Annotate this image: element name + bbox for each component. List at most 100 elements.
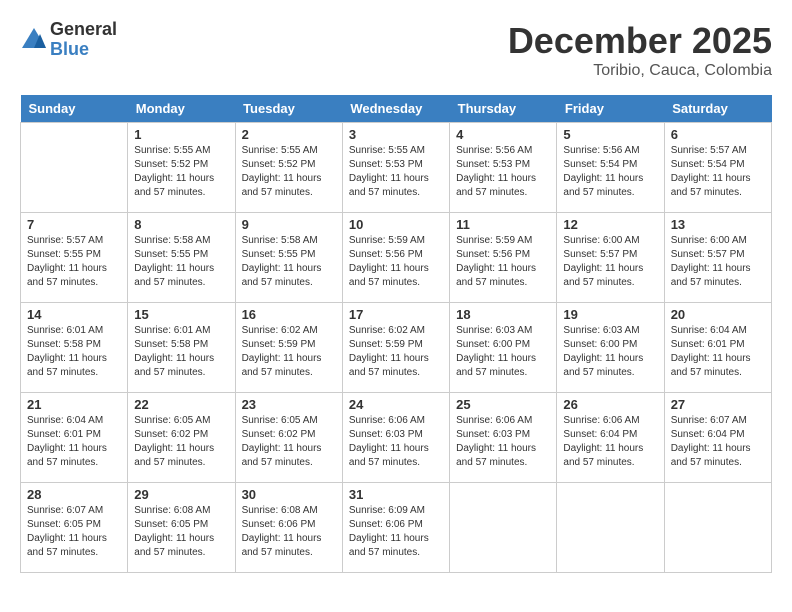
day-info: Sunrise: 6:04 AM Sunset: 6:01 PM Dayligh…	[671, 324, 765, 380]
day-info: Sunrise: 5:59 AM Sunset: 5:56 PM Dayligh…	[349, 234, 443, 290]
location: Toribio, Cauca, Colombia	[508, 62, 772, 80]
table-row: 10 Sunrise: 5:59 AM Sunset: 5:56 PM Dayli…	[342, 213, 449, 303]
month-title: December 2025	[508, 20, 772, 62]
table-row: 26 Sunrise: 6:06 AM Sunset: 6:04 PM Dayli…	[557, 393, 664, 483]
table-row: 14 Sunrise: 6:01 AM Sunset: 5:58 PM Dayli…	[21, 303, 128, 393]
calendar-week-row: 28 Sunrise: 6:07 AM Sunset: 6:05 PM Dayli…	[21, 483, 772, 573]
day-info: Sunrise: 6:01 AM Sunset: 5:58 PM Dayligh…	[27, 324, 121, 380]
table-row: 1Sunrise: 5:55 AM Sunset: 5:52 PM Daylig…	[128, 123, 235, 213]
header-saturday: Saturday	[664, 95, 771, 123]
table-row	[664, 483, 771, 573]
day-number: 12	[563, 217, 657, 232]
header-friday: Friday	[557, 95, 664, 123]
day-info: Sunrise: 6:06 AM Sunset: 6:03 PM Dayligh…	[349, 414, 443, 470]
day-number: 27	[671, 397, 765, 412]
day-number: 29	[134, 487, 228, 502]
table-row: 13 Sunrise: 6:00 AM Sunset: 5:57 PM Dayli…	[664, 213, 771, 303]
logo-icon	[20, 26, 48, 54]
day-number: 17	[349, 307, 443, 322]
table-row: 6Sunrise: 5:57 AM Sunset: 5:54 PM Daylig…	[664, 123, 771, 213]
day-number: 14	[27, 307, 121, 322]
day-number: 20	[671, 307, 765, 322]
table-row: 18 Sunrise: 6:03 AM Sunset: 6:00 PM Dayli…	[450, 303, 557, 393]
day-number: 11	[456, 217, 550, 232]
table-row: 9 Sunrise: 5:58 AM Sunset: 5:55 PM Daylig…	[235, 213, 342, 303]
logo: General Blue	[20, 20, 117, 60]
day-number: 8	[134, 217, 228, 232]
day-number: 25	[456, 397, 550, 412]
day-info: Sunrise: 5:59 AM Sunset: 5:56 PM Dayligh…	[456, 234, 550, 290]
day-info: Sunrise: 5:55 AM Sunset: 5:53 PM Dayligh…	[349, 144, 443, 200]
table-row: 29 Sunrise: 6:08 AM Sunset: 6:05 PM Dayli…	[128, 483, 235, 573]
day-info: Sunrise: 6:05 AM Sunset: 6:02 PM Dayligh…	[134, 414, 228, 470]
day-number: 7	[27, 217, 121, 232]
header-tuesday: Tuesday	[235, 95, 342, 123]
day-number: 9	[242, 217, 336, 232]
title-section: December 2025 Toribio, Cauca, Colombia	[508, 20, 772, 80]
day-number: 22	[134, 397, 228, 412]
calendar-header-row: Sunday Monday Tuesday Wednesday Thursday…	[21, 95, 772, 123]
day-info: Sunrise: 6:00 AM Sunset: 5:57 PM Dayligh…	[563, 234, 657, 290]
day-number: 30	[242, 487, 336, 502]
day-number: 2	[242, 127, 336, 142]
table-row: 3 Sunrise: 5:55 AM Sunset: 5:53 PM Daylig…	[342, 123, 449, 213]
table-row: 8 Sunrise: 5:58 AM Sunset: 5:55 PM Daylig…	[128, 213, 235, 303]
day-info: Sunrise: 6:06 AM Sunset: 6:04 PM Dayligh…	[563, 414, 657, 470]
calendar-week-row: 14 Sunrise: 6:01 AM Sunset: 5:58 PM Dayli…	[21, 303, 772, 393]
day-number: 31	[349, 487, 443, 502]
table-row	[450, 483, 557, 573]
table-row: 4 Sunrise: 5:56 AM Sunset: 5:53 PM Daylig…	[450, 123, 557, 213]
logo-general: General	[50, 20, 117, 40]
table-row: 27 Sunrise: 6:07 AM Sunset: 6:04 PM Dayli…	[664, 393, 771, 483]
day-number: 3	[349, 127, 443, 142]
day-number: 10	[349, 217, 443, 232]
day-info: Sunrise: 6:01 AM Sunset: 5:58 PM Dayligh…	[134, 324, 228, 380]
day-info: Sunrise: 6:09 AM Sunset: 6:06 PM Dayligh…	[349, 504, 443, 560]
header-thursday: Thursday	[450, 95, 557, 123]
day-info: Sunrise: 5:58 AM Sunset: 5:55 PM Dayligh…	[134, 234, 228, 290]
day-info: Sunrise: 5:56 AM Sunset: 5:54 PM Dayligh…	[563, 144, 657, 200]
day-number: 23	[242, 397, 336, 412]
calendar-week-row: 21Sunrise: 6:04 AM Sunset: 6:01 PM Dayli…	[21, 393, 772, 483]
table-row: 25 Sunrise: 6:06 AM Sunset: 6:03 PM Dayli…	[450, 393, 557, 483]
day-info: Sunrise: 5:56 AM Sunset: 5:53 PM Dayligh…	[456, 144, 550, 200]
day-info: Sunrise: 5:57 AM Sunset: 5:55 PM Dayligh…	[27, 234, 121, 290]
day-number: 24	[349, 397, 443, 412]
day-info: Sunrise: 6:03 AM Sunset: 6:00 PM Dayligh…	[456, 324, 550, 380]
day-number: 4	[456, 127, 550, 142]
day-info: Sunrise: 5:55 AM Sunset: 5:52 PM Dayligh…	[242, 144, 336, 200]
day-info: Sunrise: 6:08 AM Sunset: 6:05 PM Dayligh…	[134, 504, 228, 560]
day-number: 16	[242, 307, 336, 322]
header-sunday: Sunday	[21, 95, 128, 123]
day-number: 18	[456, 307, 550, 322]
day-number: 26	[563, 397, 657, 412]
day-info: Sunrise: 6:07 AM Sunset: 6:04 PM Dayligh…	[671, 414, 765, 470]
day-info: Sunrise: 6:00 AM Sunset: 5:57 PM Dayligh…	[671, 234, 765, 290]
table-row: 16 Sunrise: 6:02 AM Sunset: 5:59 PM Dayli…	[235, 303, 342, 393]
day-info: Sunrise: 6:03 AM Sunset: 6:00 PM Dayligh…	[563, 324, 657, 380]
table-row: 24 Sunrise: 6:06 AM Sunset: 6:03 PM Dayli…	[342, 393, 449, 483]
day-info: Sunrise: 6:02 AM Sunset: 5:59 PM Dayligh…	[349, 324, 443, 380]
day-number: 28	[27, 487, 121, 502]
table-row: 22 Sunrise: 6:05 AM Sunset: 6:02 PM Dayli…	[128, 393, 235, 483]
table-row: 15 Sunrise: 6:01 AM Sunset: 5:58 PM Dayli…	[128, 303, 235, 393]
table-row: 28 Sunrise: 6:07 AM Sunset: 6:05 PM Dayli…	[21, 483, 128, 573]
day-number: 15	[134, 307, 228, 322]
table-row	[21, 123, 128, 213]
calendar: Sunday Monday Tuesday Wednesday Thursday…	[20, 95, 772, 573]
header-wednesday: Wednesday	[342, 95, 449, 123]
logo-blue: Blue	[50, 40, 117, 60]
day-info: Sunrise: 6:07 AM Sunset: 6:05 PM Dayligh…	[27, 504, 121, 560]
table-row: 20 Sunrise: 6:04 AM Sunset: 6:01 PM Dayli…	[664, 303, 771, 393]
table-row: 2 Sunrise: 5:55 AM Sunset: 5:52 PM Daylig…	[235, 123, 342, 213]
day-info: Sunrise: 6:08 AM Sunset: 6:06 PM Dayligh…	[242, 504, 336, 560]
table-row: 19 Sunrise: 6:03 AM Sunset: 6:00 PM Dayli…	[557, 303, 664, 393]
header-monday: Monday	[128, 95, 235, 123]
day-info: Sunrise: 5:58 AM Sunset: 5:55 PM Dayligh…	[242, 234, 336, 290]
day-number: 13	[671, 217, 765, 232]
day-info: Sunrise: 6:06 AM Sunset: 6:03 PM Dayligh…	[456, 414, 550, 470]
day-number: 19	[563, 307, 657, 322]
day-info: Sunrise: 6:02 AM Sunset: 5:59 PM Dayligh…	[242, 324, 336, 380]
table-row: 23Sunrise: 6:05 AM Sunset: 6:02 PM Dayli…	[235, 393, 342, 483]
day-info: Sunrise: 6:04 AM Sunset: 6:01 PM Dayligh…	[27, 414, 121, 470]
